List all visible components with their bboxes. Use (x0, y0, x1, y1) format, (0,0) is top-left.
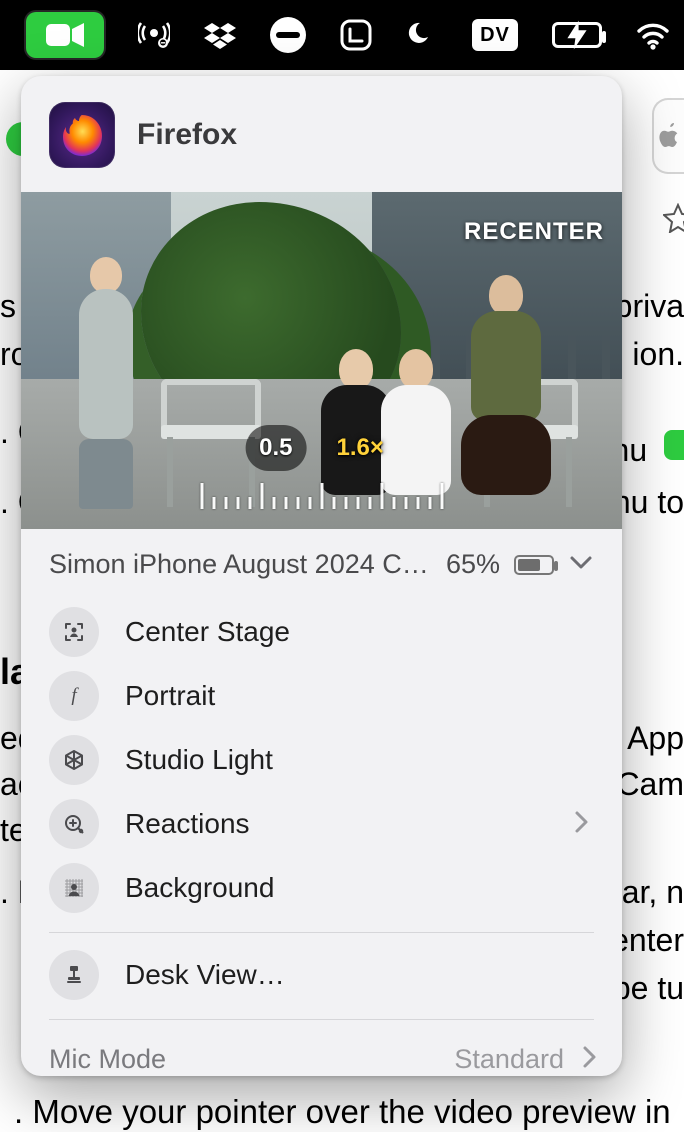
recenter-button[interactable]: RECENTER (464, 218, 604, 246)
chevron-right-icon (568, 809, 594, 840)
dnd-icon[interactable] (270, 12, 306, 58)
apple-icon (659, 123, 681, 149)
mic-mode-label: Mic Mode (49, 1044, 442, 1075)
bookmark-star-icon[interactable] (663, 203, 684, 238)
menu-item-label: Portrait (125, 680, 614, 712)
battery-charging-icon[interactable] (552, 12, 602, 58)
menu-item-label: Reactions (125, 808, 542, 840)
zoom-scale[interactable] (200, 483, 443, 509)
menu-item-portrait[interactable]: f Portrait (49, 664, 614, 728)
wifi-icon[interactable] (636, 12, 670, 58)
broadcast-icon[interactable] (138, 12, 170, 58)
menu-item-background[interactable]: Background (49, 856, 614, 920)
desk-view-icon (49, 950, 99, 1000)
chevron-right-icon (576, 1044, 602, 1075)
zoom-out-chip[interactable]: 0.5 (245, 425, 306, 471)
svg-text:f: f (71, 685, 79, 706)
separator (49, 932, 594, 933)
macos-menubar: DV (0, 0, 684, 70)
background-icon (49, 863, 99, 913)
mic-mode-value: Standard (454, 1044, 564, 1075)
video-effects-popover: Firefox RECENTER 0.5 1.6× Simon iPhone A… (21, 76, 622, 1076)
menu-item-desk-view[interactable]: Desk View… (49, 943, 614, 1007)
device-battery-percent: 65% (446, 549, 500, 580)
apple-logo-button[interactable] (652, 98, 684, 174)
menu-item-reactions[interactable]: Reactions (49, 792, 614, 856)
green-badge (664, 430, 684, 460)
menu-item-center-stage[interactable]: Center Stage (49, 600, 614, 664)
studio-light-icon (49, 735, 99, 785)
separator (49, 1019, 594, 1020)
video-effects-menu: Center Stage f Portrait Studio Light (21, 596, 622, 1020)
bg-text: s (0, 282, 16, 332)
video-camera-icon (46, 22, 84, 48)
center-stage-icon (49, 607, 99, 657)
camera-device-row[interactable]: Simon iPhone August 2024 C… 65% (21, 529, 622, 596)
mic-mode-row[interactable]: Mic Mode Standard (21, 1030, 622, 1076)
menu-item-label: Studio Light (125, 744, 614, 776)
popover-app-name: Firefox (137, 118, 237, 152)
bg-text: Cam (616, 760, 684, 810)
menu-item-label: Center Stage (125, 616, 614, 648)
battery-icon (514, 555, 554, 575)
bg-text-bottom: . Move your pointer over the video previ… (14, 1093, 676, 1131)
bg-text: priva (615, 282, 684, 332)
menu-item-label: Background (125, 872, 614, 904)
camera-preview[interactable]: RECENTER 0.5 1.6× (21, 192, 622, 529)
reactions-icon (49, 799, 99, 849)
bg-text: ion. (632, 330, 684, 380)
app-icon-generic[interactable] (340, 12, 372, 58)
camera-device-name: Simon iPhone August 2024 C… (49, 549, 432, 580)
bg-text: enter (611, 916, 684, 966)
facetime-menubar-badge[interactable] (26, 12, 104, 58)
portrait-icon: f (49, 671, 99, 721)
dropbox-icon[interactable] (204, 12, 236, 58)
menu-item-studio-light[interactable]: Studio Light (49, 728, 614, 792)
zoom-controls: 0.5 1.6× (245, 425, 398, 471)
popover-header: Firefox (21, 76, 622, 192)
firefox-app-icon (49, 102, 115, 168)
zoom-current-chip[interactable]: 1.6× (322, 425, 397, 471)
menu-item-label: Desk View… (125, 959, 614, 991)
dv-badge[interactable]: DV (472, 12, 518, 58)
bg-text: ar, n (622, 868, 684, 918)
bg-text: nu to (613, 478, 684, 528)
chevron-down-icon (568, 549, 594, 580)
bg-text: be tu (613, 964, 684, 1014)
moon-icon[interactable] (406, 12, 438, 58)
